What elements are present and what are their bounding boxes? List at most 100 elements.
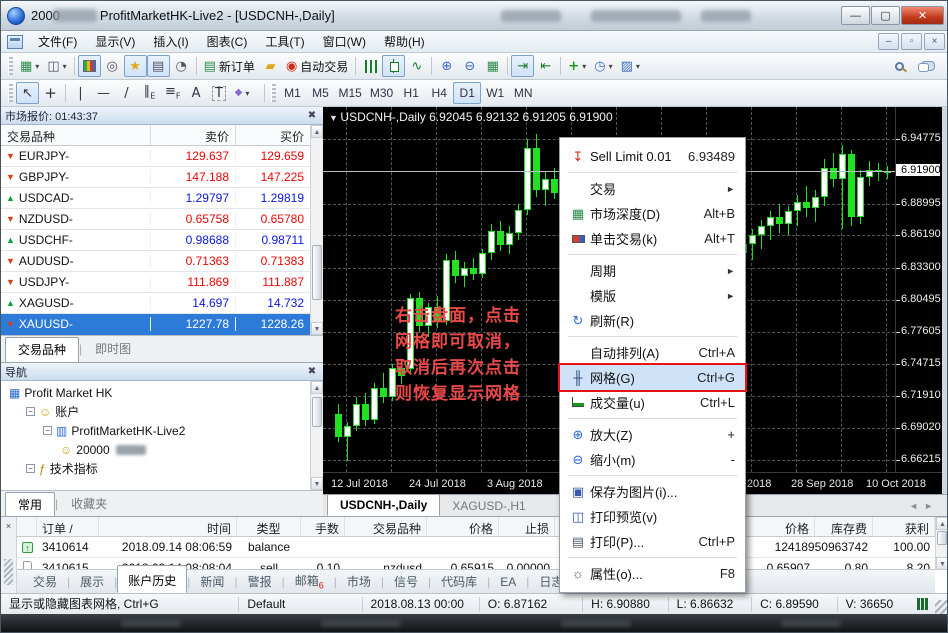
trendline-tool[interactable]: / — [115, 82, 138, 104]
market-watch-row[interactable]: ▼USDJPY-111.869111.887 — [1, 272, 310, 293]
context-menu-item-网格G[interactable]: ╫网格(G)Ctrl+G — [560, 365, 745, 390]
menu-item-I[interactable]: 插入(I) — [144, 30, 197, 53]
market-watch-row[interactable]: ▲XAGUSD-14.69714.732 — [1, 293, 310, 314]
navigator-item[interactable]: ▦Profit Market HK — [1, 383, 310, 402]
navigator-scrollbar[interactable]: ▲ ▼ — [310, 381, 323, 490]
scroll-up-icon[interactable]: ▲ — [311, 381, 323, 394]
terminal-tab-2[interactable]: 账户历史 — [117, 565, 187, 593]
navigator-item[interactable]: ☺20000 — [1, 440, 310, 459]
column-symbol[interactable]: 交易品种 — [1, 125, 151, 145]
context-menu-item-刷新R[interactable]: ↻刷新(R) — [560, 308, 745, 333]
timeframe-M30[interactable]: M30 — [366, 82, 397, 104]
search-icon[interactable] — [895, 62, 904, 71]
strategy-tester-toggle[interactable]: ◔ — [170, 55, 193, 77]
tree-expander-icon[interactable]: − — [26, 407, 35, 416]
context-menu-item-单击交易k[interactable]: 单击交易(k)Alt+T — [560, 226, 745, 251]
tree-expander-icon[interactable]: − — [26, 464, 35, 473]
column-ask[interactable]: 买价 — [236, 125, 310, 145]
market-watch-row[interactable]: ▼GBPJPY-147.188147.225 — [1, 167, 310, 188]
line-chart-button[interactable]: ∿ — [405, 55, 428, 77]
tile-windows-button[interactable]: ▦ — [481, 55, 504, 77]
market-watch-column-headers[interactable]: 交易品种 卖价 买价 — [1, 125, 323, 146]
timeframe-M5[interactable]: M5 — [307, 82, 335, 104]
metaeditor-button[interactable]: ▰ — [259, 55, 282, 77]
chart-tab[interactable]: XAGUSD-,H1 — [440, 496, 537, 516]
toolbar-grip[interactable] — [271, 84, 276, 102]
timeframe-M15[interactable]: M15 — [335, 82, 366, 104]
menu-item-F[interactable]: 文件(F) — [29, 30, 86, 53]
title-bar[interactable]: 2000 ProfitMarketHK-Live2 - [USDCNH-,Dai… — [1, 1, 948, 31]
market-watch-header[interactable]: 市场报价: 01:43:37 ✖ — [1, 107, 323, 125]
tree-expander-icon[interactable]: − — [43, 426, 52, 435]
cursor-tool[interactable]: ↖ — [16, 82, 39, 104]
text-tool[interactable]: A — [185, 82, 208, 104]
navigator-item[interactable]: −☺账户 — [1, 402, 310, 421]
scrollbar-thumb[interactable] — [937, 531, 947, 545]
context-menu-item-周期[interactable]: 周期► — [560, 258, 745, 283]
close-button[interactable]: ✕ — [901, 6, 944, 25]
new-order-button[interactable]: ▤新订单 — [200, 55, 259, 77]
timeframe-MN[interactable]: MN — [509, 82, 537, 104]
column-header[interactable]: 时间 — [99, 517, 237, 536]
context-menu-item-放大Z[interactable]: ⊕放大(Z)+ — [560, 422, 745, 447]
market-watch-row[interactable]: ▼AUDUSD-0.713630.71383 — [1, 251, 310, 272]
chat-icon[interactable] — [921, 61, 935, 71]
new-chart-button[interactable]: ▦▾ — [16, 55, 43, 77]
child-minimize-button[interactable]: – — [878, 33, 899, 50]
menu-item-C[interactable]: 图表(C) — [198, 30, 257, 53]
scrollbar-thumb[interactable] — [312, 245, 322, 300]
terminal-tab-3[interactable]: 新闻 — [190, 570, 234, 593]
tab-scroll-left-icon[interactable]: ◄ — [909, 501, 924, 511]
scrollbar-thumb[interactable] — [312, 397, 322, 427]
timeframe-D1[interactable]: D1 — [453, 82, 481, 104]
scroll-down-icon[interactable]: ▼ — [311, 477, 323, 490]
market-watch-tab[interactable]: 交易品种 — [5, 337, 79, 363]
context-menu-item-保存为图片i[interactable]: ▣保存为图片(i)... — [560, 479, 745, 504]
toolbar-grip[interactable] — [8, 84, 13, 102]
arrows-tool[interactable]: ◆▾ — [231, 82, 254, 104]
terminal-tab-9[interactable]: EA — [490, 572, 526, 592]
close-icon[interactable]: ✖ — [305, 366, 319, 377]
context-menu-item-SellLimit001[interactable]: ↧Sell Limit 0.016.93489 — [560, 144, 745, 169]
timeframe-H4[interactable]: H4 — [425, 82, 453, 104]
context-menu-item-市场深度D[interactable]: ▦市场深度(D)Alt+B — [560, 201, 745, 226]
channel-tool[interactable]: ∥E — [138, 82, 161, 104]
terminal-toggle[interactable]: ▤ — [147, 55, 170, 77]
terminal-grip[interactable] — [4, 559, 13, 585]
terminal-scrollbar[interactable]: ▲ ▼ — [935, 517, 948, 570]
resize-grip[interactable] — [935, 600, 948, 614]
terminal-tab-1[interactable]: 展示 — [70, 570, 114, 593]
crosshair-tool[interactable]: + — [39, 82, 62, 104]
market-watch-row[interactable]: ▼NZDUSD-0.657580.65780 — [1, 209, 310, 230]
terminal-tab-0[interactable]: 交易 — [23, 570, 67, 593]
maximize-button[interactable]: ▢ — [871, 6, 900, 25]
column-header[interactable] — [17, 517, 37, 536]
chart-tab[interactable]: USDCNH-,Daily — [327, 494, 440, 516]
auto-scroll-button[interactable]: ⇥ — [511, 55, 534, 77]
context-menu-item-自动排列A[interactable]: 自动排列(A)Ctrl+A — [560, 340, 745, 365]
scroll-up-icon[interactable]: ▲ — [311, 125, 323, 138]
text-label-tool[interactable]: T — [208, 82, 231, 104]
market-watch-toggle[interactable] — [78, 55, 101, 77]
column-header[interactable]: 价格 — [427, 517, 499, 536]
tab-scroll-right-icon[interactable]: ► — [924, 501, 939, 511]
market-watch-tab[interactable]: 即时图 — [82, 336, 144, 362]
column-bid[interactable]: 卖价 — [151, 125, 236, 145]
navigator-item[interactable]: −▥ProfitMarketHK-Live2 — [1, 421, 310, 440]
child-close-button[interactable]: × — [924, 33, 945, 50]
market-watch-row[interactable]: ▼XAUUSD-1227.781228.26 — [1, 314, 310, 335]
column-header[interactable]: 库存费 — [815, 517, 873, 536]
templates-button[interactable]: ▨▾ — [617, 55, 644, 77]
zoom-in-button[interactable]: ⊕ — [435, 55, 458, 77]
context-menu-item-打印预览v[interactable]: ◫打印预览(v) — [560, 504, 745, 529]
market-watch-row[interactable]: ▼EURJPY-129.637129.659 — [1, 146, 310, 167]
candle-chart-button[interactable] — [382, 55, 405, 77]
column-header[interactable]: 类型 — [237, 517, 301, 536]
context-menu-item-打印P[interactable]: ▤打印(P)...Ctrl+P — [560, 529, 745, 554]
profiles-button[interactable]: ◫▾ — [43, 55, 70, 77]
menu-item-W[interactable]: 窗口(W) — [314, 30, 375, 53]
status-template[interactable]: Default — [239, 597, 362, 612]
vertical-line-tool[interactable]: | — [69, 82, 92, 104]
navigator-toggle[interactable]: ★ — [124, 55, 147, 77]
column-header[interactable]: 止损 — [499, 517, 555, 536]
